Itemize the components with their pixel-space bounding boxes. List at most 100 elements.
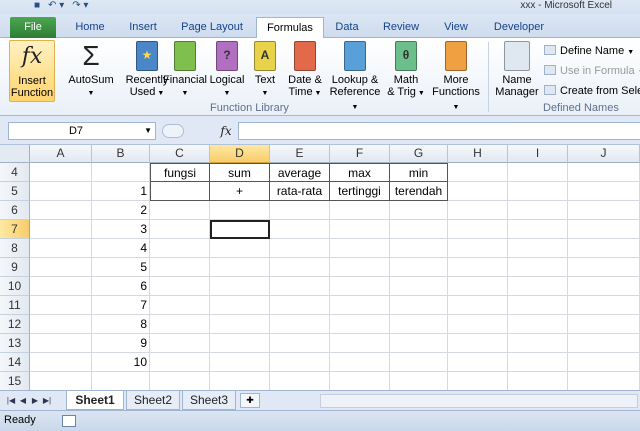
logical-button[interactable]: ? Logical ▼ — [208, 40, 246, 100]
select-all-corner[interactable] — [0, 145, 30, 163]
tab-developer[interactable]: Developer — [484, 17, 554, 38]
cell-b4[interactable] — [92, 163, 150, 182]
name-box[interactable]: D7 ▼ — [8, 122, 156, 140]
cell-j10[interactable] — [568, 277, 640, 296]
undo-icon[interactable]: ↶ ▾ — [48, 0, 64, 12]
horizontal-scrollbar[interactable] — [320, 394, 638, 408]
row-header-4[interactable]: 4 — [0, 163, 30, 182]
cell-b8[interactable]: 4 — [92, 239, 150, 258]
cell-g5[interactable]: terendah — [390, 182, 448, 201]
sheet-tab-sheet3[interactable]: Sheet3 — [182, 391, 236, 410]
cell-j6[interactable] — [568, 201, 640, 220]
save-icon[interactable]: ■ — [34, 0, 40, 12]
cell-j8[interactable] — [568, 239, 640, 258]
cell-a12[interactable] — [30, 315, 92, 334]
cell-f14[interactable] — [330, 353, 390, 372]
cell-h11[interactable] — [448, 296, 508, 315]
row-header-12[interactable]: 12 — [0, 315, 30, 334]
cell-h10[interactable] — [448, 277, 508, 296]
cell-h6[interactable] — [448, 201, 508, 220]
cell-b6[interactable]: 2 — [92, 201, 150, 220]
cell-e10[interactable] — [270, 277, 330, 296]
cell-j13[interactable] — [568, 334, 640, 353]
last-sheet-icon[interactable]: ▶| — [42, 394, 52, 407]
cell-e15[interactable] — [270, 372, 330, 390]
row-header-14[interactable]: 14 — [0, 353, 30, 372]
tab-data[interactable]: Data — [328, 17, 366, 38]
cell-i13[interactable] — [508, 334, 568, 353]
cell-e7[interactable] — [270, 220, 330, 239]
cell-i8[interactable] — [508, 239, 568, 258]
tab-formulas[interactable]: Formulas — [256, 17, 324, 39]
cell-d10[interactable] — [210, 277, 270, 296]
cell-j5[interactable] — [568, 182, 640, 201]
cell-i12[interactable] — [508, 315, 568, 334]
cell-d8[interactable] — [210, 239, 270, 258]
cell-d4[interactable]: sum — [210, 163, 270, 182]
cell-g11[interactable] — [390, 296, 448, 315]
column-header-i[interactable]: I — [508, 145, 568, 163]
cell-b5[interactable]: 1 — [92, 182, 150, 201]
cell-c10[interactable] — [150, 277, 210, 296]
cell-c6[interactable] — [150, 201, 210, 220]
cell-h8[interactable] — [448, 239, 508, 258]
cell-j7[interactable] — [568, 220, 640, 239]
cell-i7[interactable] — [508, 220, 568, 239]
tab-page-layout[interactable]: Page Layout — [172, 17, 252, 38]
column-header-a[interactable]: A — [30, 145, 92, 163]
cell-g6[interactable] — [390, 201, 448, 220]
cell-a13[interactable] — [30, 334, 92, 353]
create-from-selection-button[interactable]: Create from Sele — [544, 84, 640, 98]
cell-b12[interactable]: 8 — [92, 315, 150, 334]
row-header-11[interactable]: 11 — [0, 296, 30, 315]
cell-i14[interactable] — [508, 353, 568, 372]
financial-button[interactable]: Financial ▼ — [162, 40, 208, 100]
cell-a7[interactable] — [30, 220, 92, 239]
cell-g8[interactable] — [390, 239, 448, 258]
column-header-f[interactable]: F — [330, 145, 390, 163]
cell-d13[interactable] — [210, 334, 270, 353]
prev-sheet-icon[interactable]: ◀ — [18, 394, 28, 407]
tab-review[interactable]: Review — [374, 17, 428, 38]
cell-h7[interactable] — [448, 220, 508, 239]
row-header-13[interactable]: 13 — [0, 334, 30, 353]
cell-g14[interactable] — [390, 353, 448, 372]
formula-input[interactable] — [238, 122, 640, 140]
cell-i6[interactable] — [508, 201, 568, 220]
cell-a8[interactable] — [30, 239, 92, 258]
column-header-e[interactable]: E — [270, 145, 330, 163]
formula-bar-resize-handle[interactable] — [162, 124, 184, 138]
cell-b14[interactable]: 10 — [92, 353, 150, 372]
column-header-h[interactable]: H — [448, 145, 508, 163]
cell-i10[interactable] — [508, 277, 568, 296]
row-header-7[interactable]: 7 — [0, 220, 30, 239]
tab-home[interactable]: Home — [68, 17, 112, 38]
macro-record-icon[interactable] — [62, 415, 76, 427]
cell-f13[interactable] — [330, 334, 390, 353]
cell-e9[interactable] — [270, 258, 330, 277]
cell-b9[interactable]: 5 — [92, 258, 150, 277]
cell-b10[interactable]: 6 — [92, 277, 150, 296]
cell-f9[interactable] — [330, 258, 390, 277]
active-cell[interactable] — [210, 220, 270, 239]
column-header-d[interactable]: D — [210, 145, 270, 163]
cell-f8[interactable] — [330, 239, 390, 258]
cell-j4[interactable] — [568, 163, 640, 182]
cell-d9[interactable] — [210, 258, 270, 277]
cell-a14[interactable] — [30, 353, 92, 372]
chevron-down-icon[interactable]: ▼ — [144, 123, 152, 139]
use-in-formula-button[interactable]: Use in Formula ▼ — [544, 64, 640, 80]
tab-insert[interactable]: Insert — [118, 17, 168, 38]
cell-g4[interactable]: min — [390, 163, 448, 182]
cell-j14[interactable] — [568, 353, 640, 372]
cell-i5[interactable] — [508, 182, 568, 201]
lookup-reference-button[interactable]: Lookup & Reference ▼ — [326, 40, 384, 114]
cell-f6[interactable] — [330, 201, 390, 220]
cell-g9[interactable] — [390, 258, 448, 277]
name-manager-button[interactable]: Name Manager — [494, 40, 540, 98]
cell-i4[interactable] — [508, 163, 568, 182]
cell-d14[interactable] — [210, 353, 270, 372]
row-header-10[interactable]: 10 — [0, 277, 30, 296]
cell-h5[interactable] — [448, 182, 508, 201]
cell-f15[interactable] — [330, 372, 390, 390]
